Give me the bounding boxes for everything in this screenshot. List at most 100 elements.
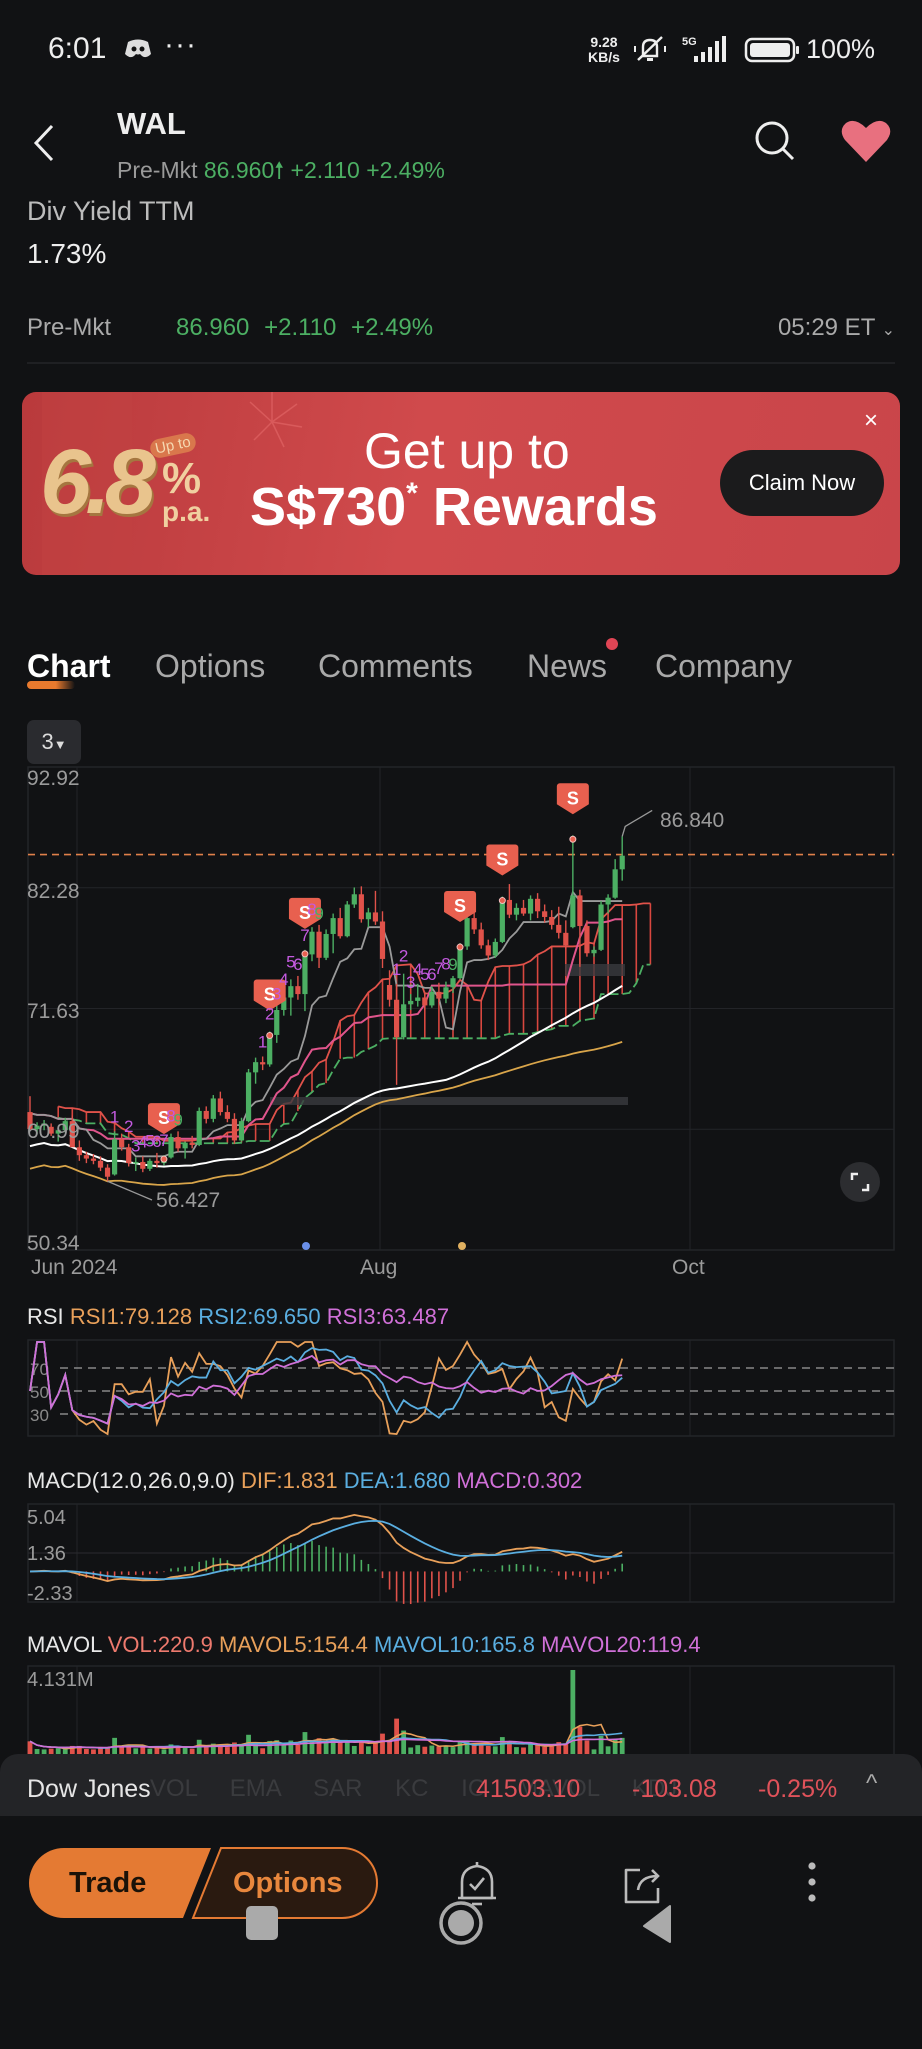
candle-body [520, 907, 527, 914]
macd-title[interactable]: MACD(12.0,26.0,9.0) DIF:1.831 DEA:1.680 … [27, 1468, 582, 1494]
nav-home-button[interactable] [438, 1900, 484, 1946]
candle [302, 949, 308, 1012]
mavol5-value: MAVOL5:154.4 [219, 1632, 368, 1657]
tab-comments[interactable]: Comments [318, 648, 473, 685]
candle-body [584, 926, 590, 954]
share-button[interactable] [618, 1858, 668, 1910]
search-button[interactable] [752, 118, 798, 164]
close-icon[interactable]: × [858, 408, 884, 434]
candle-body [83, 1155, 89, 1159]
caret-down-icon: ▼ [53, 737, 67, 752]
fullscreen-expand-button[interactable] [840, 1162, 880, 1202]
mavol20-value: MAVOL20:119.4 [541, 1632, 701, 1657]
battery-percent: 100% [806, 34, 876, 64]
candle-body [133, 1161, 139, 1164]
chevron-up-icon[interactable]: ^ [866, 1770, 877, 1798]
candle-body [330, 918, 336, 934]
low-price-label: 56.427 [156, 1189, 220, 1212]
candle [295, 975, 301, 1000]
x-tick-label: Jun 2024 [31, 1256, 118, 1279]
candle [238, 1117, 245, 1142]
rsi-label: RSI [27, 1304, 64, 1329]
candle-body [443, 987, 449, 999]
claim-now-button[interactable]: Claim Now [720, 450, 884, 516]
tab-news[interactable]: News [527, 648, 607, 685]
more-options-button[interactable] [794, 1858, 830, 1910]
premarket-time-dropdown[interactable]: 05:29 ET ⌄ [778, 314, 895, 342]
header-session-label: Pre-Mkt [117, 157, 198, 183]
mavol-title[interactable]: MAVOL VOL:220.9 MAVOL5:154.4 MAVOL10:165… [27, 1632, 701, 1658]
price-chart[interactable]: SSS SSS1 23456789123456789123456789 92.92 … [0, 760, 922, 1280]
candle-body [309, 931, 315, 955]
back-button[interactable] [24, 118, 64, 168]
candle [203, 1106, 209, 1124]
event-dot[interactable] [302, 1242, 310, 1250]
td-count-label: 9 [173, 1110, 182, 1129]
candle [408, 994, 414, 1010]
candle-body [619, 855, 625, 870]
mavol10-value: MAVOL10:165.8 [373, 1632, 536, 1657]
nav-back-button[interactable] [640, 1904, 676, 1944]
event-dot[interactable] [458, 1242, 466, 1250]
candle [365, 907, 371, 928]
options-button[interactable]: Options [190, 1848, 376, 1918]
mute-icon [634, 36, 666, 61]
candle [464, 914, 470, 950]
bell-check-icon [458, 1862, 496, 1906]
td-count-label: 4 [279, 970, 288, 989]
rsi-chart[interactable]: 70 50 30 [0, 1334, 922, 1440]
banner-rate: 6.8 [40, 431, 156, 533]
tab-chart[interactable]: Chart [27, 648, 111, 685]
td-count-label: 2 [265, 1005, 274, 1024]
rsi-title[interactable]: RSI RSI1:79.128 RSI2:69.650 RSI3:63.487 [27, 1304, 449, 1330]
status-bar: 6:01 ··· 9.28 KB/s 5G 100% [0, 0, 922, 100]
y-tick-label: 60.99 [27, 1120, 80, 1143]
tab-options[interactable]: Options [155, 648, 265, 685]
battery-icon [744, 37, 799, 63]
premarket-values: 86.960 +2.110 +2.49% [176, 314, 433, 342]
td-count-label: 7 [300, 926, 309, 945]
candle [520, 899, 527, 916]
candle-body [224, 1112, 230, 1119]
candle [217, 1091, 223, 1116]
volume-chart[interactable]: 4.131M [0, 1662, 922, 1762]
candle-body [90, 1158, 97, 1161]
candle-body [542, 911, 548, 917]
period-selector[interactable]: 3▼ [27, 720, 81, 764]
candle-body [104, 1167, 111, 1177]
candle-body [394, 999, 400, 1038]
trade-button[interactable]: Trade [27, 1848, 217, 1918]
favorite-heart-button[interactable] [840, 118, 892, 164]
candle [210, 1095, 216, 1123]
td-count-label: 1 [258, 1032, 267, 1051]
macd-chart[interactable]: 5.04 1.36 -2.33 [0, 1500, 922, 1606]
header-change-pct: +2.49% [366, 157, 445, 183]
header-change: +2.110 [290, 157, 360, 183]
share-icon [624, 1868, 660, 1904]
high-leader-line [621, 809, 653, 837]
candle-body [245, 1072, 252, 1122]
candle [175, 1131, 181, 1152]
discord-icon [125, 39, 151, 58]
nav-recents-button[interactable] [246, 1906, 278, 1942]
volume-tick: 4.131M [27, 1669, 94, 1691]
candle [570, 835, 576, 929]
rsi1-value: RSI1:79.128 [69, 1304, 193, 1329]
dea-value: DEA:1.680 [343, 1468, 451, 1493]
macd-tick: 5.04 [27, 1507, 66, 1529]
tab-company[interactable]: Company [655, 648, 792, 685]
candle [591, 946, 597, 957]
sell-signal-text: S [454, 896, 466, 916]
divider [27, 362, 895, 364]
promo-banner[interactable]: 6.8 Up to % p.a. Get up to S$730* Reward… [22, 392, 900, 575]
banner-amount: S$730 [250, 477, 407, 537]
candle-body [471, 918, 477, 930]
arrow-up-icon: 🠕 [274, 157, 285, 183]
candle-body [415, 997, 421, 1001]
candle [563, 920, 569, 949]
candle-body [217, 1098, 223, 1113]
volume-bar [570, 1670, 576, 1758]
candle-body [267, 1034, 273, 1065]
candle-body [182, 1142, 188, 1149]
signal-dot [456, 943, 464, 951]
